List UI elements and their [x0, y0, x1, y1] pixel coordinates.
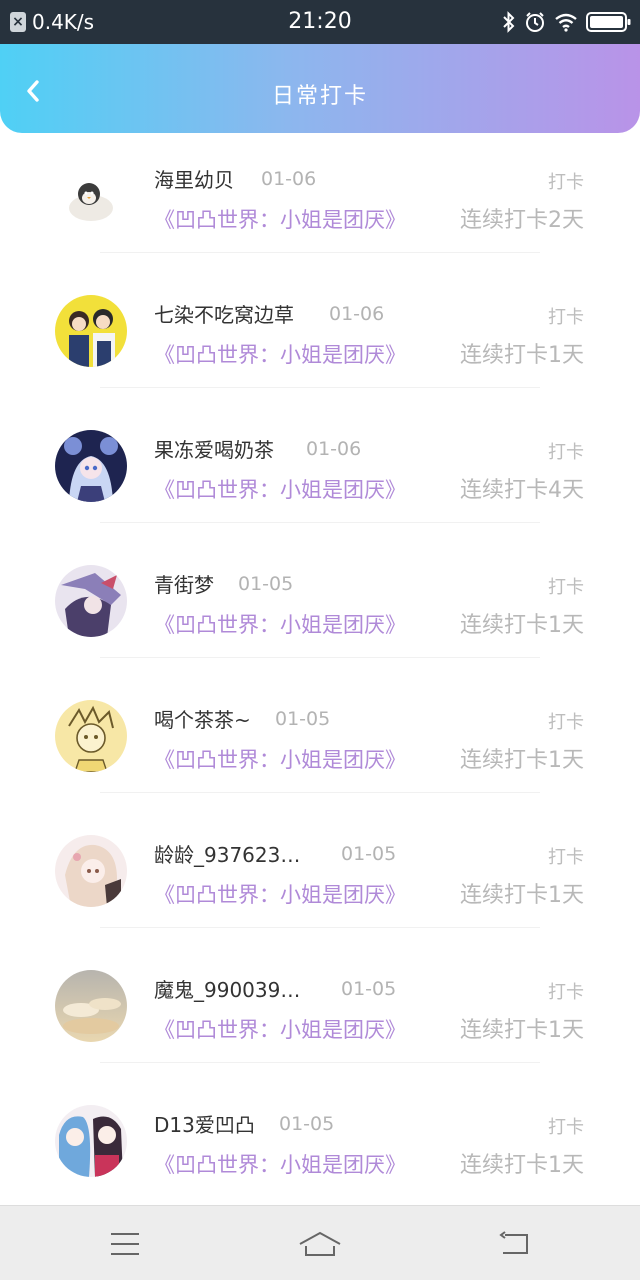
world-title[interactable]: 《凹凸世界：小姐是团厌》 [154, 474, 406, 504]
checkin-date: 01-05 [341, 978, 397, 1000]
wifi-icon [555, 13, 577, 32]
anime-girl-blue-avatar-icon [55, 430, 127, 502]
anime-boy-purple-avatar-icon [55, 565, 127, 637]
menu-icon [111, 1233, 139, 1255]
avatar[interactable] [55, 835, 127, 907]
streak-text: 连续打卡1天 [460, 1018, 584, 1043]
user-name: 魔鬼_990039… [154, 978, 301, 1002]
divider [100, 387, 540, 388]
avatar[interactable] [55, 970, 127, 1042]
page-title: 日常打卡 [271, 84, 368, 109]
list-item[interactable]: 海里幼贝 01-06 打卡 《凹凸世界：小姐是团厌》 连续打卡2天 [0, 150, 640, 285]
anime-couple-avatar-icon [55, 295, 127, 367]
user-name: 海里幼贝 [154, 168, 234, 192]
user-name: 果冻爱喝奶茶 [154, 438, 274, 462]
checkin-label: 打卡 [548, 172, 584, 193]
checkin-label: 打卡 [548, 307, 584, 328]
checkin-label: 打卡 [548, 1117, 584, 1138]
anime-girl-pink-avatar-icon [55, 835, 127, 907]
world-title[interactable]: 《凹凸世界：小姐是团厌》 [154, 879, 406, 909]
streak-text: 连续打卡1天 [460, 748, 584, 773]
checkin-label: 打卡 [548, 982, 584, 1003]
penguin-avatar-icon [55, 160, 127, 232]
user-name: 喝个茶茶~ [154, 708, 251, 732]
world-title[interactable]: 《凹凸世界：小姐是团厌》 [154, 609, 406, 639]
checkin-date: 01-05 [279, 1113, 335, 1135]
divider [100, 1062, 540, 1063]
list-item[interactable]: 果冻爱喝奶茶 01-06 打卡 《凹凸世界：小姐是团厌》 连续打卡4天 [0, 420, 640, 555]
anime-sketch-yellow-avatar-icon [55, 700, 127, 772]
back-icon [499, 1231, 528, 1254]
list-item[interactable]: 七染不吃窝边草 01-06 打卡 《凹凸世界：小姐是团厌》 连续打卡1天 [0, 285, 640, 420]
checkin-date: 01-05 [275, 708, 331, 730]
divider [100, 927, 540, 928]
home-button[interactable] [296, 1224, 344, 1264]
divider [100, 522, 540, 523]
sky-clouds-avatar-icon [55, 970, 127, 1042]
streak-text: 连续打卡4天 [460, 478, 584, 503]
menu-button[interactable] [101, 1224, 149, 1264]
home-icon [299, 1231, 341, 1256]
streak-text: 连续打卡1天 [460, 1153, 584, 1178]
checkin-date: 01-06 [329, 303, 385, 325]
avatar[interactable] [55, 160, 127, 232]
avatar[interactable] [55, 565, 127, 637]
world-title[interactable]: 《凹凸世界：小姐是团厌》 [154, 339, 406, 369]
checkin-label: 打卡 [548, 577, 584, 598]
checkin-date: 01-05 [238, 573, 294, 595]
divider [100, 252, 540, 253]
world-title[interactable]: 《凹凸世界：小姐是团厌》 [154, 1149, 406, 1179]
world-title[interactable]: 《凹凸世界：小姐是团厌》 [154, 744, 406, 774]
bluetooth-icon [503, 11, 515, 33]
checkin-date: 01-06 [306, 438, 362, 460]
streak-text: 连续打卡1天 [460, 343, 584, 368]
checkin-label: 打卡 [548, 847, 584, 868]
battery-icon [586, 12, 631, 32]
avatar[interactable] [55, 1105, 127, 1177]
checkin-date: 01-05 [341, 843, 397, 865]
status-bar: × 0.4K/s 21:20 [0, 0, 640, 44]
user-name: 七染不吃窝边草 [154, 303, 294, 327]
checkin-label: 打卡 [548, 442, 584, 463]
anime-pair-avatar-icon [55, 1105, 127, 1177]
streak-text: 连续打卡2天 [460, 208, 584, 233]
streak-text: 连续打卡1天 [460, 883, 584, 908]
world-title[interactable]: 《凹凸世界：小姐是团厌》 [154, 1014, 406, 1044]
streak-text: 连续打卡1天 [460, 613, 584, 638]
checkin-list: 海里幼贝 01-06 打卡 《凹凸世界：小姐是团厌》 连续打卡2天 七染不吃窝边… [0, 150, 640, 1230]
user-name: 青街梦 [154, 573, 214, 597]
avatar[interactable] [55, 295, 127, 367]
world-title[interactable]: 《凹凸世界：小姐是团厌》 [154, 204, 406, 234]
list-item[interactable]: 青街梦 01-05 打卡 《凹凸世界：小姐是团厌》 连续打卡1天 [0, 555, 640, 690]
checkin-date: 01-06 [261, 168, 317, 190]
list-item[interactable]: 喝个茶茶~ 01-05 打卡 《凹凸世界：小姐是团厌》 连续打卡1天 [0, 690, 640, 825]
status-right [502, 0, 632, 44]
app-header: 日常打卡 [0, 44, 640, 133]
system-nav-bar [0, 1205, 640, 1280]
avatar[interactable] [55, 430, 127, 502]
user-name: D13爱凹凸 [154, 1113, 255, 1137]
back-nav-button[interactable] [491, 1224, 539, 1264]
checkin-label: 打卡 [548, 712, 584, 733]
user-name: 龄龄_937623… [154, 843, 301, 867]
divider [100, 657, 540, 658]
alarm-icon [526, 12, 544, 32]
list-item[interactable]: 龄龄_937623… 01-05 打卡 《凹凸世界：小姐是团厌》 连续打卡1天 [0, 825, 640, 960]
list-item[interactable]: 魔鬼_990039… 01-05 打卡 《凹凸世界：小姐是团厌》 连续打卡1天 [0, 960, 640, 1095]
divider [100, 792, 540, 793]
avatar[interactable] [55, 700, 127, 772]
